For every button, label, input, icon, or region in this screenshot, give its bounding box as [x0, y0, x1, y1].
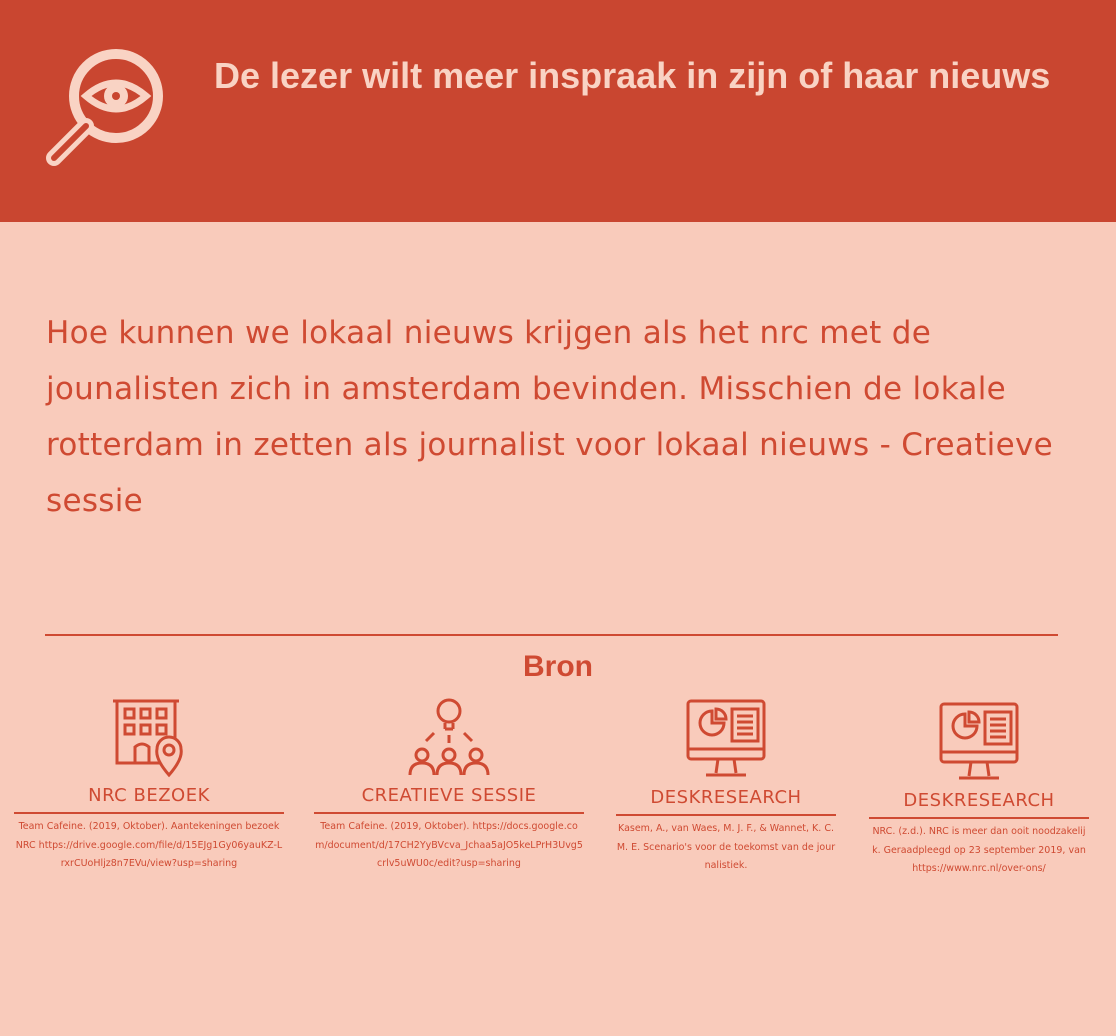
monitor-chart-icon: [686, 699, 766, 777]
source-reference: Team Cafeine. (2019, Oktober). https://d…: [315, 821, 583, 869]
source-label: NRC BEZOEK: [14, 779, 284, 814]
source-item: DESKRESEARCH Kasem, A., van Waes, M. J. …: [616, 697, 836, 876]
team-idea-icon: [408, 698, 490, 776]
header-banner: De lezer wilt meer inspraak in zijn of h…: [0, 0, 1116, 222]
source-item: NRC BEZOEK Team Cafeine. (2019, Oktober)…: [14, 695, 284, 874]
divider: [45, 634, 1058, 636]
page-title: De lezer wilt meer inspraak in zijn of h…: [214, 55, 1051, 96]
source-item: CREATIEVE SESSIE Team Cafeine. (2019, Ok…: [314, 695, 584, 874]
source-label: CREATIEVE SESSIE: [314, 779, 584, 814]
source-label: DESKRESEARCH: [869, 784, 1089, 819]
monitor-chart-icon: [939, 702, 1019, 780]
source-reference: NRC. (z.d.). NRC is meer dan ooit noodza…: [872, 826, 1086, 874]
source-reference: Team Cafeine. (2019, Oktober). Aantekeni…: [15, 821, 283, 869]
building-location-icon: [113, 699, 183, 778]
source-label: DESKRESEARCH: [616, 781, 836, 816]
main-text: Hoe kunnen we lokaal nieuws krijgen als …: [46, 315, 1053, 519]
source-reference: Kasem, A., van Waes, M. J. F., & Wannet,…: [616, 823, 836, 871]
magnifier-eye-icon: [46, 49, 163, 166]
source-item: DESKRESEARCH NRC. (z.d.). NRC is meer da…: [869, 700, 1089, 879]
bron-title: Bron: [523, 650, 593, 683]
